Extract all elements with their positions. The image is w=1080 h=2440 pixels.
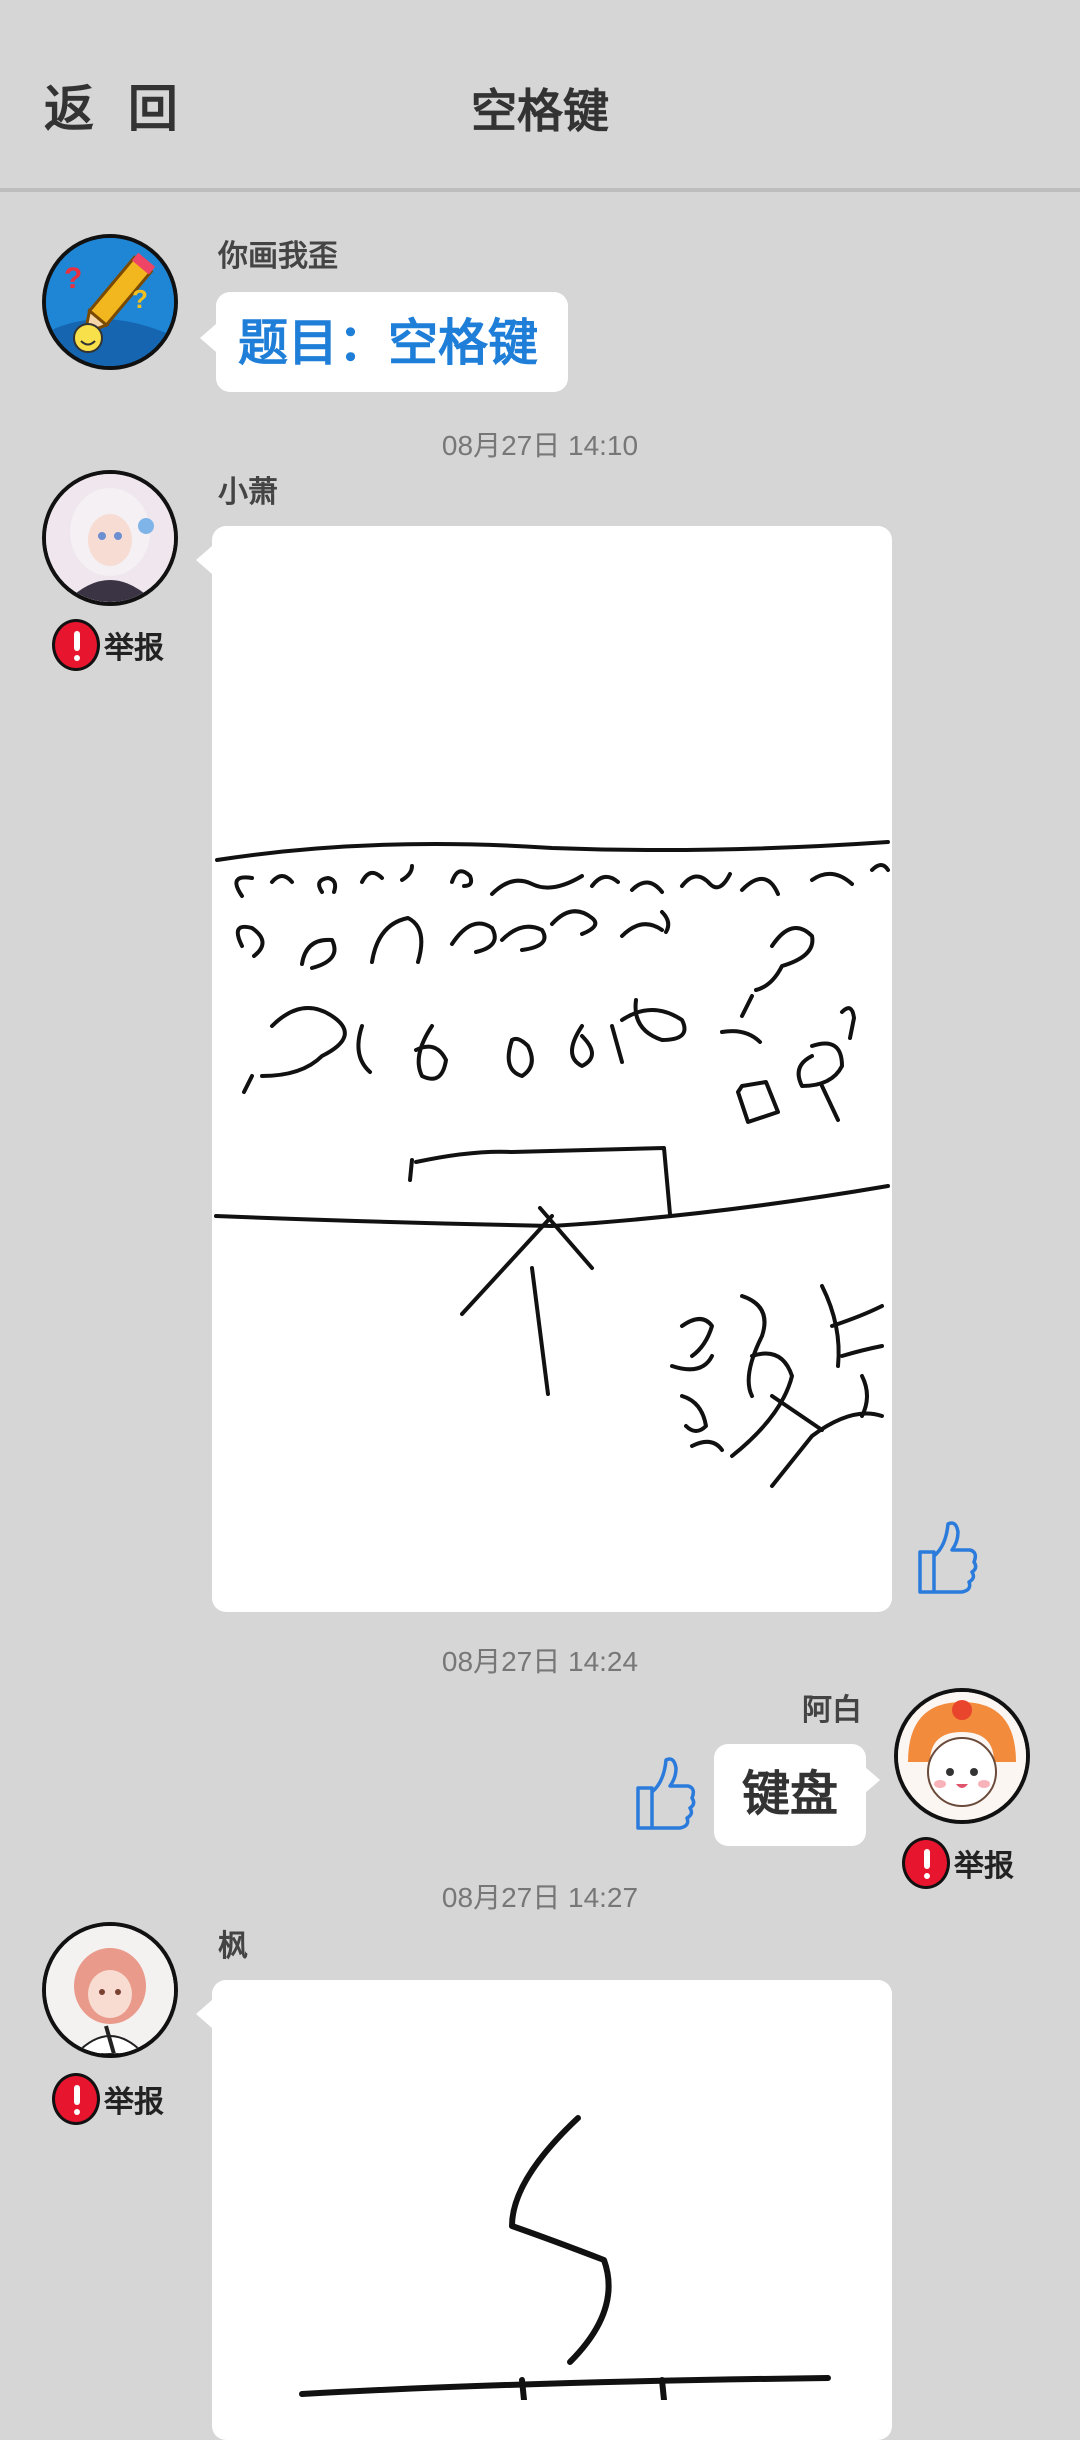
report-label: 举报 — [954, 1850, 1014, 1883]
sender-name: 阿白 — [802, 1694, 862, 1727]
exclamation-icon — [52, 619, 100, 671]
svg-text:?: ? — [132, 284, 148, 314]
report-button[interactable]: 举报 — [902, 1837, 1014, 1889]
exclamation-icon — [902, 1837, 950, 1889]
report-label: 举报 — [104, 2086, 164, 2119]
bubble-tail — [200, 324, 216, 352]
avatar-xiaoxiao[interactable] — [42, 470, 178, 606]
bunny-avatar-icon — [898, 1692, 1026, 1820]
prompt-bubble: 题目：空格键 — [216, 292, 568, 392]
prompt-text: 题目：空格键 — [238, 315, 538, 371]
timestamp: 08月27日 14:24 — [441, 1646, 639, 1677]
page-title: 空格键 — [471, 85, 609, 137]
like-button[interactable] — [624, 1752, 696, 1832]
drawing-bubble[interactable] — [212, 526, 892, 1612]
sender-name: 小萧 — [218, 476, 278, 509]
timestamp: 08月27日 14:27 — [441, 1882, 639, 1913]
bubble-tail — [196, 546, 212, 574]
bubble-tail — [864, 1766, 880, 1794]
drawing-canvas — [299, 2115, 831, 2403]
timestamp: 08月27日 14:10 — [441, 430, 639, 461]
exclamation-icon — [52, 2073, 100, 2125]
drawing-bubble[interactable] — [212, 1980, 892, 2440]
report-button[interactable]: 举报 — [52, 619, 164, 671]
answer-bubble: 键盘 — [714, 1744, 866, 1846]
like-button[interactable] — [906, 1516, 978, 1596]
header: 返 回 空格键 — [0, 0, 1080, 192]
answer-text: 键盘 — [741, 1768, 838, 1821]
avatar-feng[interactable] — [42, 1922, 178, 2058]
report-label: 举报 — [104, 632, 164, 665]
bubble-tail — [196, 2000, 212, 2028]
sender-name: 枫 — [218, 1930, 248, 1963]
pencil-logo-icon: ? ? — [46, 238, 174, 366]
svg-text:?: ? — [64, 262, 82, 295]
anime-girl-avatar-icon — [46, 1926, 174, 2054]
drawing-canvas — [214, 840, 890, 1488]
report-button[interactable]: 举报 — [52, 2073, 164, 2125]
avatar-abai[interactable] — [894, 1688, 1030, 1824]
anime-girl-avatar-icon — [46, 474, 174, 602]
bot-avatar[interactable]: ? ? — [42, 234, 178, 370]
prompt-sender-name: 你画我歪 — [218, 240, 338, 273]
